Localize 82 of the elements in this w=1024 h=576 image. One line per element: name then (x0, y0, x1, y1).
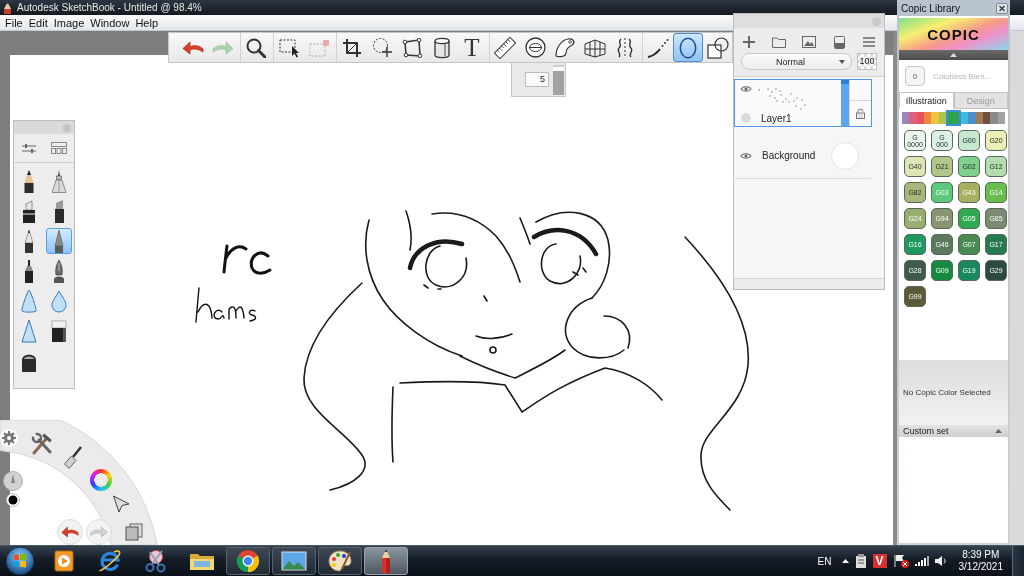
folder-icon[interactable] (189, 551, 215, 571)
menu-item[interactable]: Image (50, 16, 88, 29)
hue-family-swatch[interactable] (960, 112, 969, 124)
logo-banner: COPIC (899, 18, 1008, 50)
symmetry-icon[interactable] (615, 36, 635, 59)
layer-handle-bar[interactable] (841, 80, 849, 126)
layer-name: Layer1 (761, 112, 792, 124)
brush-library-icon[interactable] (51, 142, 67, 154)
caret-up-icon[interactable] (841, 559, 849, 563)
clock-time[interactable]: 8:39 PM (962, 549, 1000, 561)
tray-app-badge[interactable]: V (872, 554, 887, 568)
browser-icon[interactable] (236, 549, 260, 573)
brush-puck-icon[interactable] (3, 471, 23, 491)
flag-icon[interactable] (892, 554, 909, 568)
layer-name: Background (762, 150, 816, 161)
search-icon[interactable] (246, 37, 266, 58)
menu-item[interactable]: Help (132, 16, 162, 29)
clipboard-icon[interactable] (854, 554, 867, 568)
eye-icon[interactable] (740, 85, 752, 93)
sliders-icon[interactable] (22, 142, 36, 154)
hue-family-swatch[interactable] (931, 112, 939, 124)
swatch-icon[interactable] (831, 141, 859, 170)
crop-icon[interactable] (342, 37, 362, 58)
menu-icon[interactable] (863, 37, 875, 47)
caret-down-icon[interactable] (839, 59, 845, 64)
pencil-icon (3, 1, 12, 14)
cursor-icon[interactable] (112, 495, 130, 513)
browser-icon[interactable] (98, 549, 122, 573)
hue-family-swatch[interactable] (968, 112, 976, 124)
taskbar-button[interactable] (318, 547, 362, 575)
scissors-icon[interactable] (144, 549, 168, 573)
panel-title: Copic Library (901, 2, 960, 14)
hue-family-swatch[interactable] (990, 112, 998, 124)
opacity-field[interactable]: 100 (857, 53, 877, 70)
hue-family-swatch[interactable] (997, 112, 1005, 124)
taskbar-button[interactable] (272, 547, 316, 575)
add-icon[interactable] (743, 36, 755, 48)
hue-family-swatch[interactable] (938, 112, 946, 124)
lock-icon[interactable] (856, 108, 865, 119)
hue-family-swatch[interactable] (916, 112, 924, 124)
blender-label: Colorless Blen... (933, 71, 992, 81)
hue-family-swatch[interactable] (982, 112, 991, 124)
custom-set-title: Custom set (903, 426, 949, 436)
distort-icon[interactable] (402, 37, 422, 58)
hue-family-swatch[interactable] (902, 112, 910, 124)
layer-row[interactable]: Layer1 (734, 79, 872, 127)
layer-icon[interactable] (833, 35, 845, 49)
tools-icon[interactable] (30, 431, 54, 455)
signal-icon[interactable] (914, 556, 929, 566)
window-title: Autodesk SketchBook - Untitled @ 98.4% (17, 2, 202, 13)
status-message: No Copic Color Selected (899, 360, 1008, 425)
paintbrush-icon[interactable] (63, 446, 83, 470)
language-indicator[interactable]: EN (817, 555, 832, 567)
menu-item[interactable]: Window (87, 16, 133, 29)
taskbar-button[interactable] (226, 547, 270, 575)
bucket-icon[interactable] (433, 36, 451, 59)
settings-icon[interactable] (0, 429, 18, 447)
palette-icon[interactable] (328, 549, 352, 573)
tool-button[interactable]: T (457, 33, 487, 62)
image-icon[interactable] (802, 36, 816, 48)
speaker-icon[interactable] (934, 555, 947, 567)
undo-arrow-icon[interactable] (61, 526, 79, 538)
blend-mode-dropdown[interactable]: Normal (741, 53, 852, 70)
play-icon[interactable] (54, 550, 74, 572)
show-desktop-button[interactable] (1012, 546, 1024, 576)
clock-date[interactable]: 3/12/2021 (958, 561, 1003, 573)
size-field[interactable]: 5 (525, 72, 549, 87)
hue-family-swatch[interactable] (945, 110, 961, 126)
menu-item[interactable]: Edit (25, 16, 51, 29)
tool-button[interactable] (673, 33, 703, 62)
hue-family-swatch[interactable] (924, 112, 932, 124)
undo-arrow-icon[interactable] (182, 40, 204, 55)
ellipse-icon[interactable] (679, 36, 697, 59)
blender-swatch[interactable]: 0 (905, 66, 925, 86)
library-tab[interactable]: Illustration (899, 92, 954, 109)
menu-item[interactable]: File (2, 16, 26, 29)
layers-icon[interactable] (125, 523, 143, 541)
hue-family-swatch[interactable] (909, 112, 917, 124)
hue-family-swatch[interactable] (975, 112, 983, 124)
close-icon[interactable] (996, 2, 1008, 14)
eye-icon[interactable] (740, 151, 752, 160)
custom-set-header[interactable]: Custom set (899, 425, 1008, 437)
